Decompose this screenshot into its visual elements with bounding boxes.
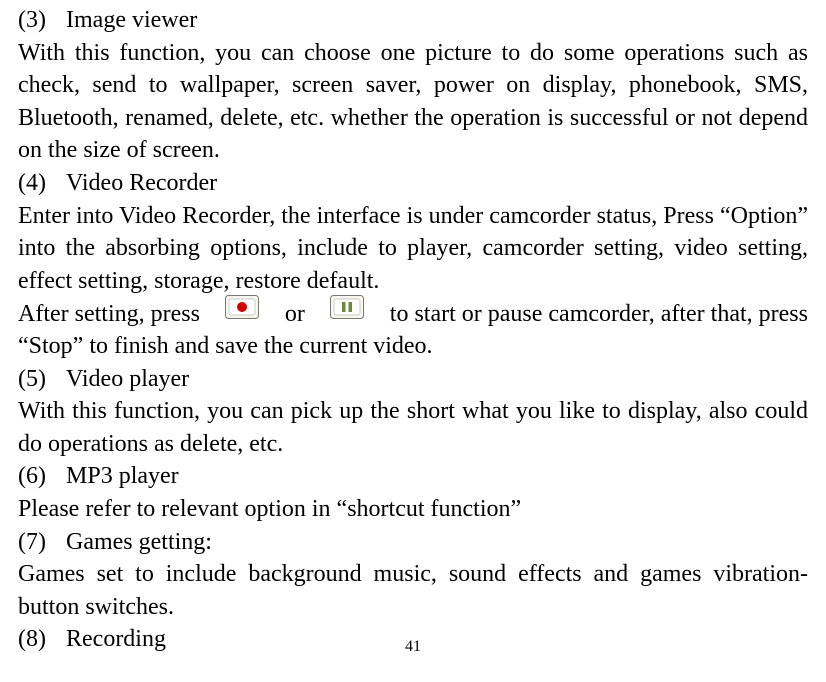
pause-button-icon <box>330 295 364 329</box>
section-4-body-1: Enter into Video Recorder, the interface… <box>18 200 808 298</box>
section-4-number: (4) <box>18 167 66 200</box>
section-7-title: Games getting: <box>66 529 212 555</box>
section-3-body: With this function, you can choose one p… <box>18 37 808 167</box>
section-3-number: (3) <box>18 4 66 37</box>
section-7-body: Games set to include background music, s… <box>18 558 808 623</box>
document-page: (3)Image viewer With this function, you … <box>0 0 826 682</box>
section-3-title: Image viewer <box>66 7 197 33</box>
section-5-title: Video player <box>66 366 189 392</box>
section-7-heading: (7)Games getting: <box>18 526 808 559</box>
after-setting-text-c: to start or pause camcorder, after that,… <box>390 298 808 331</box>
section-5-body: With this function, you can pick up the … <box>18 395 808 460</box>
section-7-number: (7) <box>18 526 66 559</box>
section-6-title: MP3 player <box>66 463 179 489</box>
section-6-heading: (6)MP3 player <box>18 460 808 493</box>
section-6-body: Please refer to relevant option in “shor… <box>18 493 808 526</box>
record-button-icon <box>225 295 259 329</box>
section-4-body-2a-line: After setting, press or to start or paus… <box>18 297 808 330</box>
page-number: 41 <box>0 631 826 664</box>
section-4-body-2d: “Stop” to finish and save the current vi… <box>18 330 808 363</box>
section-6-number: (6) <box>18 460 66 493</box>
after-setting-text-a: After setting, press <box>18 298 200 331</box>
section-5-number: (5) <box>18 363 66 396</box>
section-4-title: Video Recorder <box>66 170 217 196</box>
section-4-heading: (4)Video Recorder <box>18 167 808 200</box>
section-5-heading: (5)Video player <box>18 363 808 396</box>
section-3-heading: (3)Image viewer <box>18 4 808 37</box>
after-setting-text-b: or <box>285 298 305 331</box>
